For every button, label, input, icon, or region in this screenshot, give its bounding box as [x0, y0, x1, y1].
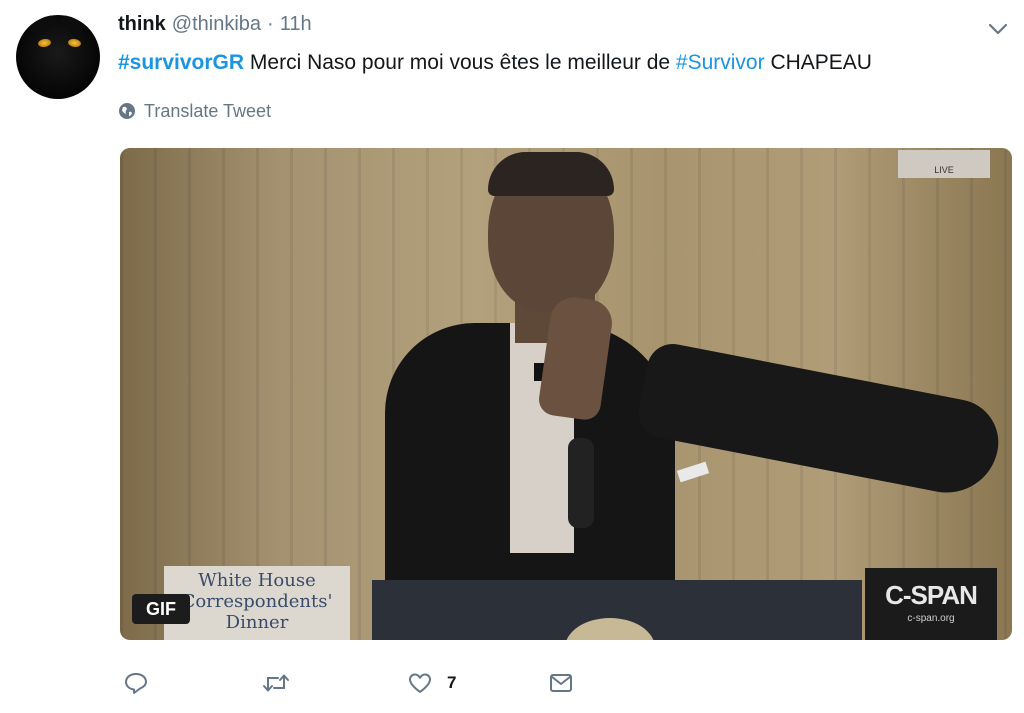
retweet-icon: [263, 674, 289, 692]
globe-icon: [118, 102, 136, 120]
translate-tweet-link[interactable]: Translate Tweet: [118, 99, 271, 123]
cat-ear-right: [59, 15, 93, 38]
reply-icon: [125, 673, 147, 694]
network-logo-text: C-SPAN: [885, 580, 978, 610]
gif-media[interactable]: LIVE White House Correspondents' Dinner …: [120, 148, 1012, 640]
tweet-header: think @thinkiba · 11h: [118, 13, 312, 39]
gif-badge[interactable]: GIF: [132, 594, 190, 624]
retweet-button[interactable]: [261, 668, 291, 698]
avatar[interactable]: [16, 15, 100, 99]
cat-ear-left: [23, 15, 57, 38]
translate-label: Translate Tweet: [144, 100, 272, 121]
event-sign-line: White House: [198, 570, 316, 591]
author-name[interactable]: think: [118, 13, 166, 36]
direct-message-button[interactable]: [548, 668, 574, 698]
live-bug: LIVE: [898, 150, 990, 178]
heart-icon: [409, 673, 431, 693]
chevron-down-icon[interactable]: [986, 20, 1010, 38]
tweet-timestamp[interactable]: 11h: [280, 13, 312, 36]
reply-button[interactable]: [123, 668, 149, 698]
hashtag-survivor[interactable]: #Survivor: [676, 51, 765, 74]
cat-eye-right: [67, 38, 82, 48]
envelope-icon: [550, 674, 572, 692]
network-url: c-span.org: [907, 613, 955, 624]
event-sign-line: Dinner: [225, 612, 289, 633]
event-sign: White House Correspondents' Dinner: [164, 566, 350, 640]
tweet-actions: 7: [120, 668, 620, 698]
cat-eye-left: [37, 38, 52, 48]
tweet: think @thinkiba · 11h #survivorGR Merci …: [0, 0, 1024, 713]
event-sign-line: Correspondents': [181, 591, 333, 612]
hashtag-survivorgr[interactable]: #survivorGR: [118, 51, 244, 74]
like-button[interactable]: 7: [407, 668, 456, 698]
like-count: 7: [447, 673, 457, 692]
tweet-text-body: Merci Naso pour moi vous êtes le meilleu…: [244, 51, 676, 74]
tweet-text: #survivorGR Merci Naso pour moi vous ête…: [118, 49, 872, 77]
speaker-hair: [488, 152, 614, 196]
pocket-square: [676, 461, 710, 483]
microphone: [568, 438, 594, 528]
author-handle[interactable]: @thinkiba: [172, 13, 261, 36]
network-logo: C-SPAN c-span.org: [865, 568, 997, 640]
separator-dot: ·: [267, 13, 274, 35]
tweet-text-tail: CHAPEAU: [764, 51, 872, 74]
